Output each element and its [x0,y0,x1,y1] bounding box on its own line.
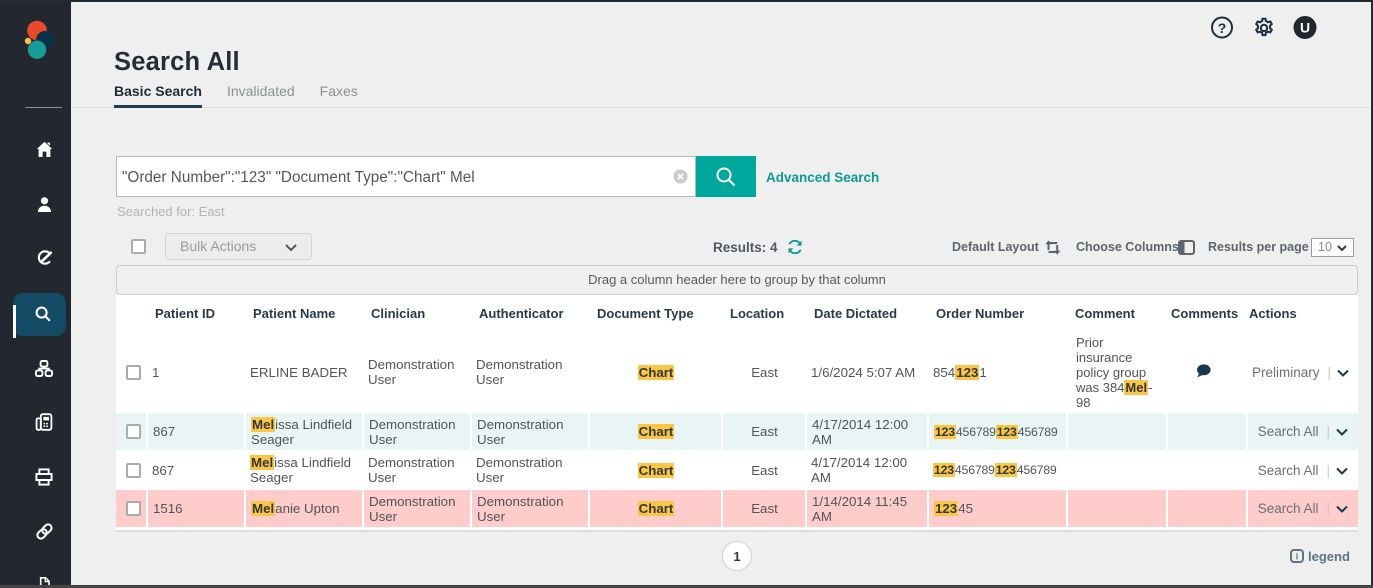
svg-text:U: U [1300,20,1310,36]
svg-text:?: ? [1218,20,1227,36]
svg-text:i: i [1296,552,1299,562]
